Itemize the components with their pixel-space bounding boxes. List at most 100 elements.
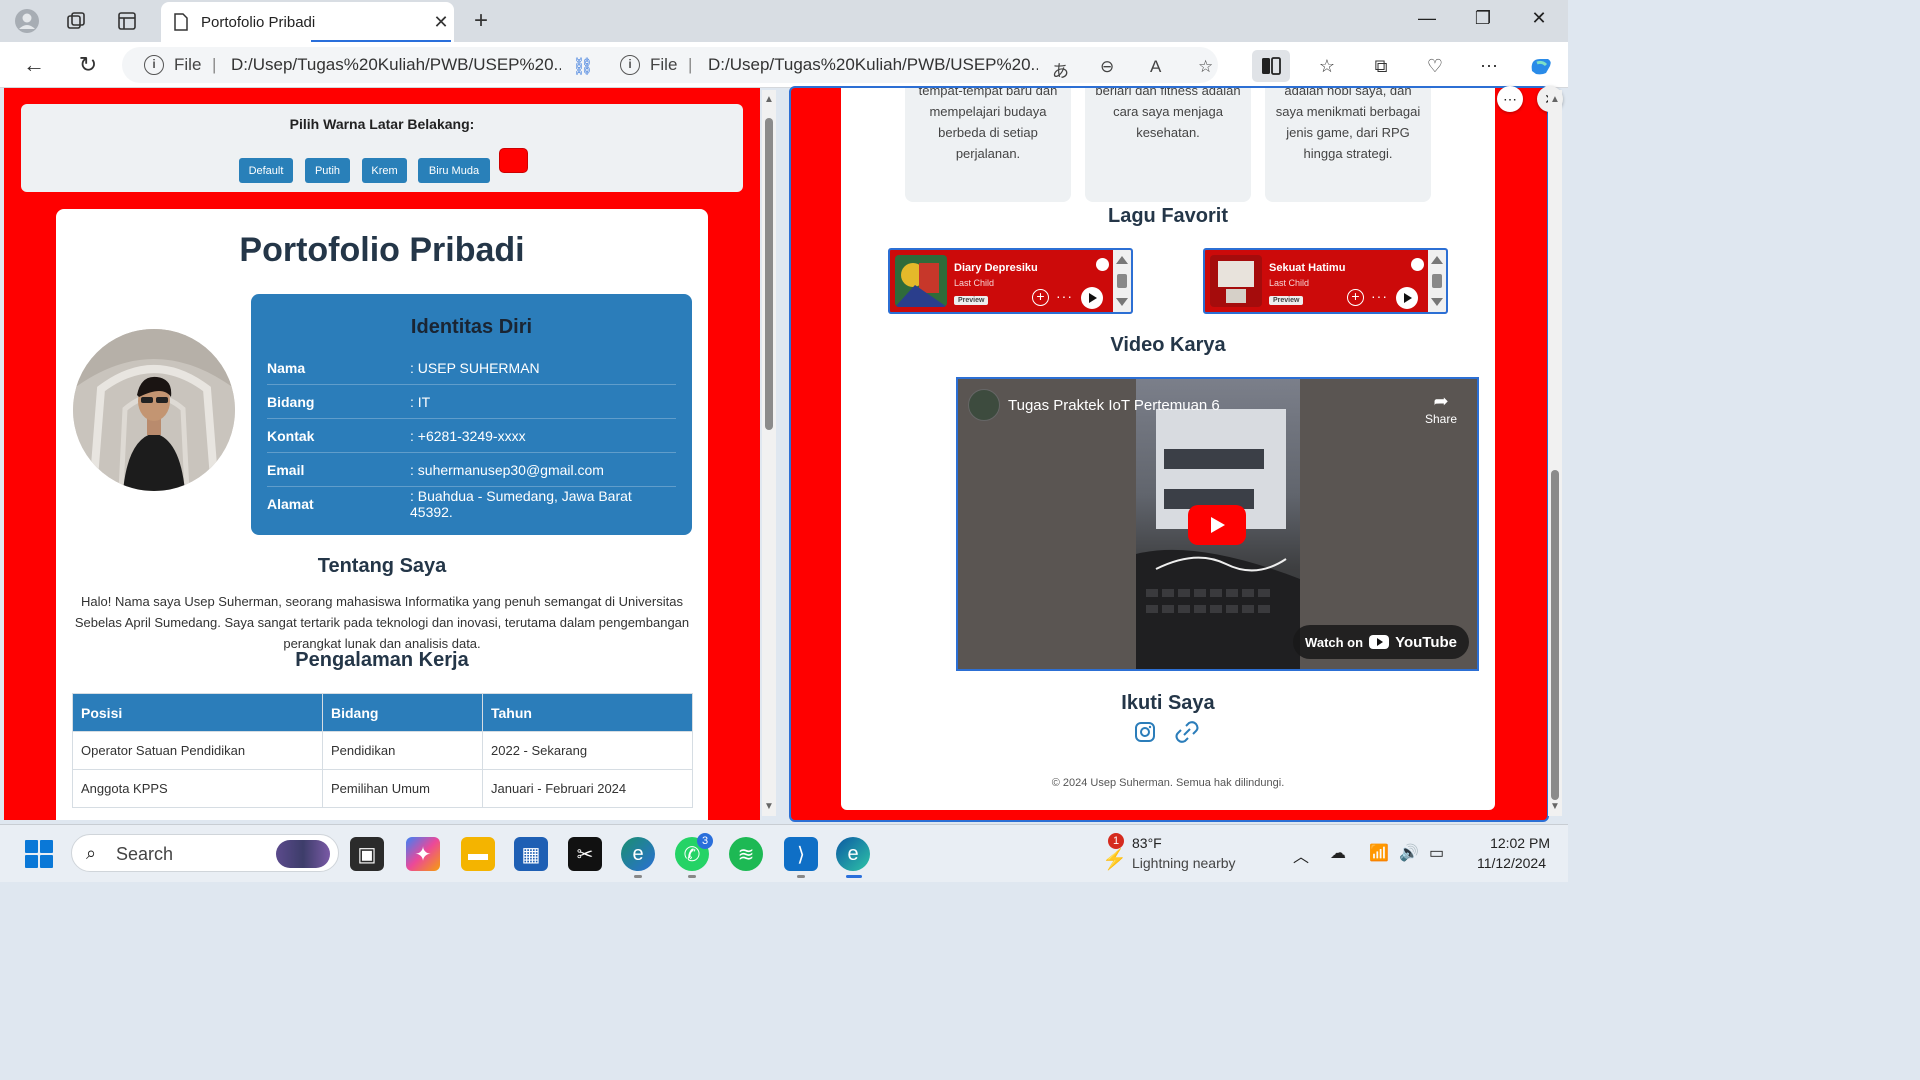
color-light-blue-button[interactable]: Biru Muda xyxy=(418,158,490,183)
left-scrollbar[interactable]: ▲ ▼ xyxy=(762,90,776,816)
site-info-icon[interactable]: i xyxy=(144,55,164,75)
tab-title: Portofolio Pribadi xyxy=(201,13,316,31)
custom-color-input[interactable] xyxy=(499,148,528,173)
volume-icon[interactable]: 🔊 xyxy=(1399,843,1419,863)
file-explorer-icon[interactable]: ▬ xyxy=(461,837,495,871)
youtube-logo-icon xyxy=(1369,635,1390,649)
minimize-icon[interactable]: — xyxy=(1402,8,1452,29)
song-artist: Last Child xyxy=(954,278,995,288)
back-icon[interactable]: ← xyxy=(17,50,51,80)
taskbar: ⌕ Search ▣ ✦ ▬ ▦ ✂ e ✆ 3 ≋ ⟩ e 1 ⚡ 83°F … xyxy=(0,824,1568,882)
video-title[interactable]: Tugas Praktek IoT Pertemuan 6 xyxy=(1008,397,1220,414)
weather-description[interactable]: Lightning nearby xyxy=(1132,855,1236,871)
restore-icon[interactable]: ❐ xyxy=(1458,8,1508,29)
url-text-left[interactable]: D:/Usep/Tugas%20Kuliah/PWB/USEP%20... xyxy=(231,55,561,75)
favorites-icon[interactable]: ☆ xyxy=(1308,50,1346,82)
windows-start-icon[interactable] xyxy=(25,840,53,868)
read-aloud-icon[interactable]: A xyxy=(1150,57,1161,77)
youtube-play-button[interactable] xyxy=(1188,505,1246,545)
edge-icon[interactable]: e xyxy=(836,837,870,871)
battery-icon[interactable]: ▭ xyxy=(1429,843,1444,863)
favorite-star-icon[interactable]: ☆ xyxy=(1198,57,1213,77)
clock-date[interactable]: 11/12/2024 xyxy=(1466,855,1546,871)
active-tab[interactable]: Portofolio Pribadi ✕ xyxy=(161,2,454,42)
channel-avatar[interactable] xyxy=(968,389,1000,421)
table-header: Posisi xyxy=(72,693,323,732)
wifi-icon[interactable]: 📶 xyxy=(1369,843,1389,863)
profile-icon[interactable] xyxy=(13,8,41,34)
url-scheme-right: File xyxy=(650,55,678,74)
pane-options-icon[interactable]: ⋯ xyxy=(1497,86,1523,112)
more-icon[interactable]: ··· xyxy=(1371,288,1388,304)
url-text-right[interactable]: D:/Usep/Tugas%20Kuliah/PWB/USEP%20... xyxy=(708,55,1038,75)
spotify-app-icon[interactable]: ≋ xyxy=(729,837,763,871)
scroll-down-icon[interactable]: ▼ xyxy=(1549,801,1561,812)
youtube-brand-text: YouTube xyxy=(1395,633,1457,651)
document-icon xyxy=(174,13,188,31)
youtube-embed[interactable]: Tugas Praktek IoT Pertemuan 6 ➦ Share Wa… xyxy=(956,377,1479,671)
table-row: Operator Satuan Pendidikan Pendidikan 20… xyxy=(72,731,693,770)
spotify-icon[interactable] xyxy=(1096,258,1109,271)
identity-value: : IT xyxy=(410,393,431,410)
share-button[interactable]: ➦ Share xyxy=(1425,391,1457,426)
embed-scrollbar[interactable] xyxy=(1113,250,1131,312)
song-title: Sekuat Hatimu xyxy=(1269,262,1346,274)
link-icon[interactable] xyxy=(1174,721,1199,743)
song-artist: Last Child xyxy=(1269,278,1310,288)
add-icon[interactable]: + xyxy=(1032,289,1049,306)
instagram-icon[interactable] xyxy=(1134,721,1156,743)
weather-temperature[interactable]: 83°F xyxy=(1132,835,1162,851)
color-cream-button[interactable]: Krem xyxy=(362,158,407,183)
close-window-icon[interactable]: ✕ xyxy=(1514,8,1564,29)
capcut-icon[interactable]: ✂ xyxy=(568,837,602,871)
play-icon[interactable] xyxy=(1396,287,1418,309)
scrollbar-thumb[interactable] xyxy=(765,118,773,430)
copilot-icon[interactable] xyxy=(1522,50,1560,82)
zoom-out-icon[interactable]: ⊖ xyxy=(1100,57,1114,77)
scroll-up-icon[interactable]: ▲ xyxy=(763,94,775,105)
spotify-embed[interactable]: Sekuat Hatimu Last Child Preview + ··· xyxy=(1203,248,1448,314)
spotify-embed[interactable]: Diary Depresiku Last Child Preview + ··· xyxy=(888,248,1133,314)
clock-time[interactable]: 12:02 PM xyxy=(1470,835,1550,851)
experience-table: Posisi Bidang Tahun Operator Satuan Pend… xyxy=(72,693,693,808)
color-white-button[interactable]: Putih xyxy=(305,158,350,183)
add-icon[interactable]: + xyxy=(1347,289,1364,306)
scroll-up-icon[interactable]: ▲ xyxy=(1549,94,1561,105)
taskbar-search[interactable]: ⌕ Search xyxy=(71,834,339,872)
watch-on-youtube-button[interactable]: Watch on YouTube xyxy=(1293,625,1469,659)
close-tab-icon[interactable]: ✕ xyxy=(428,12,454,33)
identity-row-address: Alamat : Buahdua - Sumedang, Jawa Barat … xyxy=(267,487,676,521)
split-screen-icon[interactable] xyxy=(1252,50,1290,82)
microsoft-store-icon[interactable]: ▦ xyxy=(514,837,548,871)
more-menu-icon[interactable]: ⋯ xyxy=(1470,50,1508,82)
table-cell: Anggota KPPS xyxy=(72,769,323,808)
onedrive-cloud-icon[interactable]: ☁ xyxy=(1330,843,1346,863)
play-icon[interactable] xyxy=(1081,287,1103,309)
table-header: Bidang xyxy=(322,693,483,732)
right-scrollbar[interactable]: ▲ ▼ xyxy=(1548,90,1562,816)
new-tab-icon[interactable]: + xyxy=(467,7,495,34)
identity-key: Alamat xyxy=(267,496,314,512)
spotify-icon[interactable] xyxy=(1411,258,1424,271)
address-bar[interactable]: i File | D:/Usep/Tugas%20Kuliah/PWB/USEP… xyxy=(122,47,1218,83)
site-info-icon-2[interactable]: i xyxy=(620,55,640,75)
identity-value: : +6281-3249-xxxx xyxy=(410,427,526,444)
translate-icon[interactable]: あ xyxy=(1052,57,1069,82)
split-link-icon[interactable]: ⛓ xyxy=(572,57,594,77)
chevron-up-icon[interactable]: ︿ xyxy=(1293,843,1309,867)
workspaces-icon[interactable] xyxy=(62,8,90,34)
embed-scrollbar[interactable] xyxy=(1428,250,1446,312)
scrollbar-thumb[interactable] xyxy=(1551,470,1559,800)
scroll-down-icon[interactable]: ▼ xyxy=(763,801,775,812)
copilot-app-icon[interactable]: ✦ xyxy=(406,837,440,871)
color-default-button[interactable]: Default xyxy=(239,158,293,183)
collections-icon[interactable]: ⧉ xyxy=(1362,50,1400,82)
tab-actions-icon[interactable] xyxy=(113,8,141,34)
more-icon[interactable]: ··· xyxy=(1056,288,1073,304)
task-view-icon[interactable]: ▣ xyxy=(350,837,384,871)
vscode-icon[interactable]: ⟩ xyxy=(784,837,818,871)
browser-essentials-icon[interactable]: ♡ xyxy=(1416,50,1454,82)
refresh-icon[interactable]: ↻ xyxy=(71,50,105,80)
lightning-icon[interactable]: ⚡ xyxy=(1102,847,1127,872)
edge-dev-icon[interactable]: e xyxy=(621,837,655,871)
